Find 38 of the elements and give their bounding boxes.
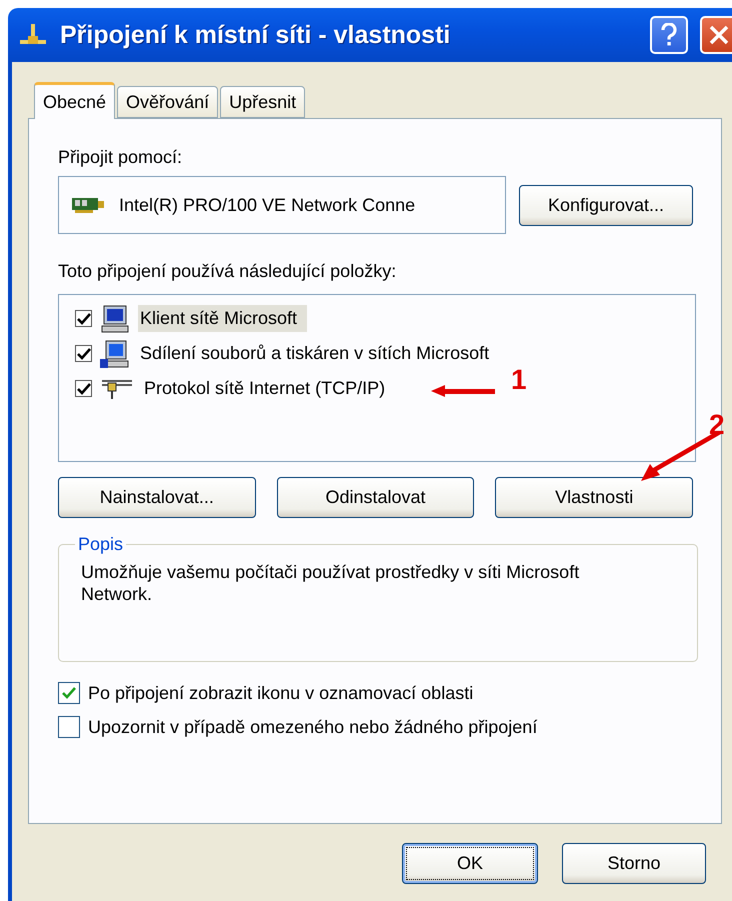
- checkbox[interactable]: [58, 716, 80, 738]
- connect-using-label: Připojit pomocí:: [58, 147, 184, 168]
- checkbox-label: Upozornit v případě omezeného nebo žádného připojení: [88, 716, 538, 738]
- group-legend: Popis: [75, 534, 126, 555]
- check-icon: [62, 687, 76, 699]
- configure-button[interactable]: Konfigurovat...: [519, 184, 693, 226]
- annotation-number: 1: [511, 364, 527, 396]
- checkbox[interactable]: [75, 310, 92, 327]
- tab[interactable]: Obecné: [34, 82, 116, 119]
- tab[interactable]: Ověřování: [117, 86, 218, 118]
- help-icon: [660, 23, 678, 47]
- network-card-icon: [71, 196, 105, 214]
- checkbox[interactable]: [58, 682, 80, 704]
- tab[interactable]: Upřesnit: [220, 86, 306, 118]
- help-button[interactable]: [650, 16, 688, 54]
- check-icon: [76, 382, 90, 394]
- adapter-name: Intel(R) PRO/100 VE Network Conne: [119, 194, 416, 216]
- dialog-button[interactable]: OK: [402, 843, 538, 884]
- checkbox[interactable]: [75, 380, 92, 397]
- item-button[interactable]: Vlastnosti: [495, 477, 694, 518]
- list-item[interactable]: Klient sítě Microsoft: [138, 305, 308, 332]
- annotation-arrow: [431, 385, 495, 397]
- check-icon: [76, 348, 90, 360]
- list-item[interactable]: Protokol sítě Internet (TCP/IP): [142, 375, 396, 402]
- item-button[interactable]: Nainstalovat...: [58, 477, 256, 518]
- list-item[interactable]: Sdílení souborů a tiskáren v sítích Microsoft: [138, 340, 500, 367]
- item-button[interactable]: Odinstalovat: [276, 477, 474, 518]
- check-icon: [76, 312, 90, 324]
- window-title: Připojení k místní síti - vlastnosti: [60, 20, 452, 50]
- dialog-button[interactable]: Storno: [562, 843, 706, 884]
- checkbox-label: Po připojení zobrazit ikonu v oznamovací oblasti: [88, 682, 474, 704]
- close-button[interactable]: [700, 16, 732, 54]
- shared-computer-icon: [100, 338, 130, 368]
- description-text: Umožňuje vašemu počítači používat prostředky v síti Microsoft Network.: [81, 561, 580, 605]
- close-icon: [708, 24, 730, 46]
- checkbox[interactable]: [75, 345, 92, 362]
- computer-icon: [100, 304, 130, 334]
- items-label: Toto připojení používá následující položky:: [58, 261, 398, 282]
